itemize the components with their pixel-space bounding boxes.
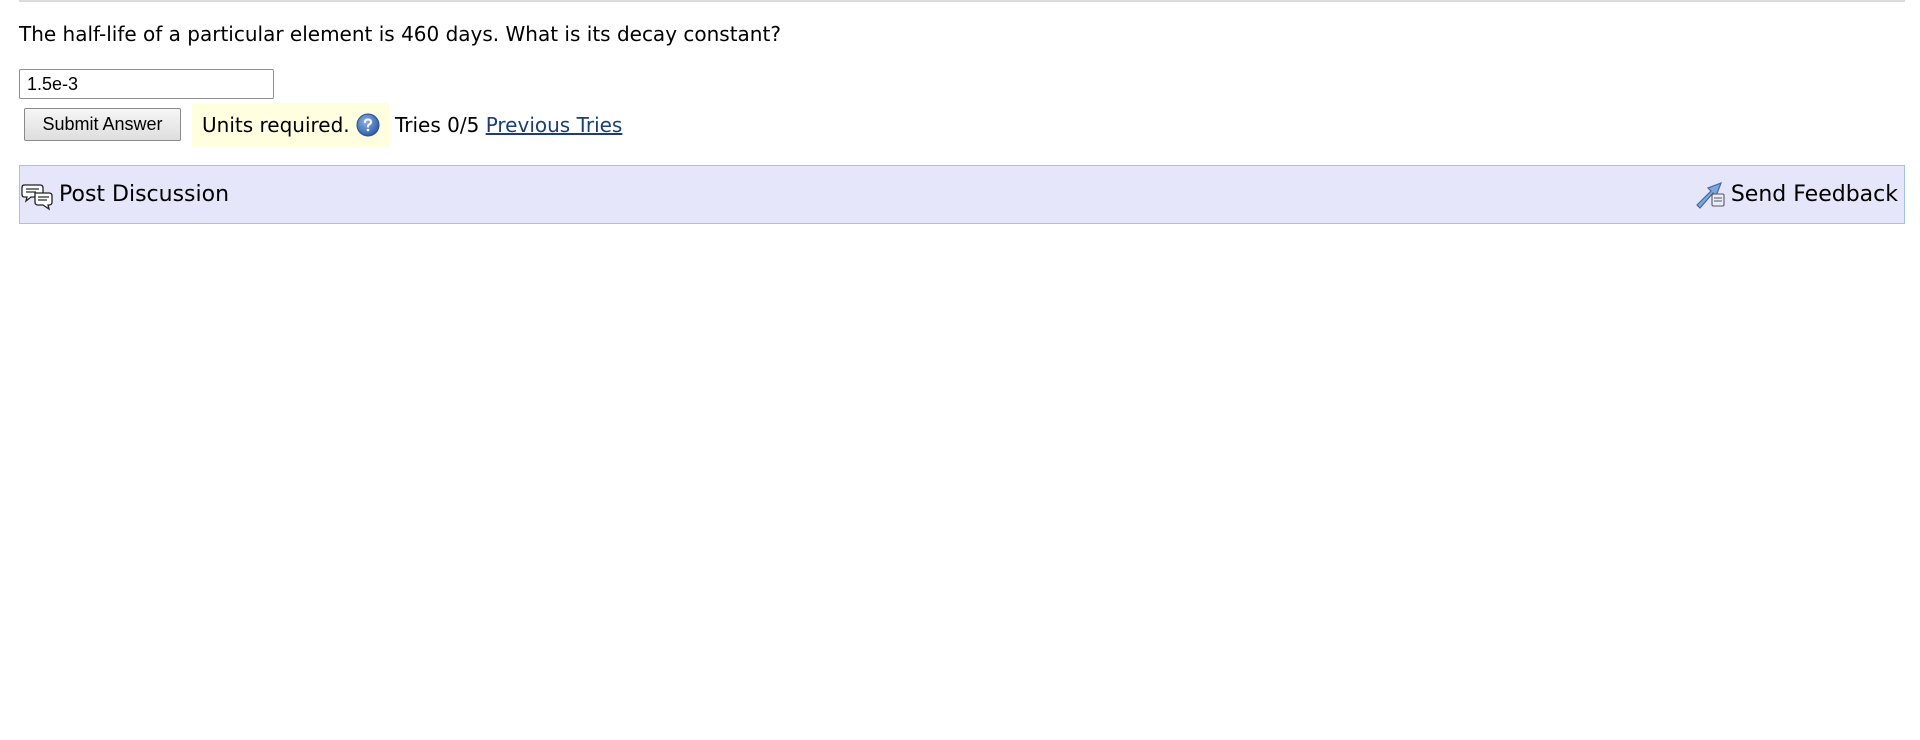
units-required-text: Units required. [202,113,350,137]
problem-page: The half-life of a particular element is… [0,0,1920,740]
question-text: The half-life of a particular element is… [19,22,781,46]
post-discussion-link[interactable]: Post Discussion [21,179,229,211]
tries-count: Tries 0/5 [395,113,480,137]
send-feedback-label: Send Feedback [1730,182,1898,207]
submit-answer-button[interactable]: Submit Answer [24,108,181,141]
discussion-bar: Post Discussion Send Feedback [19,165,1905,224]
previous-tries-link[interactable]: Previous Tries [486,113,623,137]
units-required-notice: Units required. [192,103,389,147]
feedback-arrow-icon [1695,179,1727,211]
question-circle-icon[interactable] [356,113,380,137]
post-discussion-label: Post Discussion [59,182,230,207]
top-divider [19,0,1905,2]
send-feedback-link[interactable]: Send Feedback [1695,179,1898,211]
answer-input[interactable] [19,69,274,99]
tries-info: Tries 0/5 Previous Tries [395,113,622,137]
speech-bubbles-icon [21,179,53,211]
